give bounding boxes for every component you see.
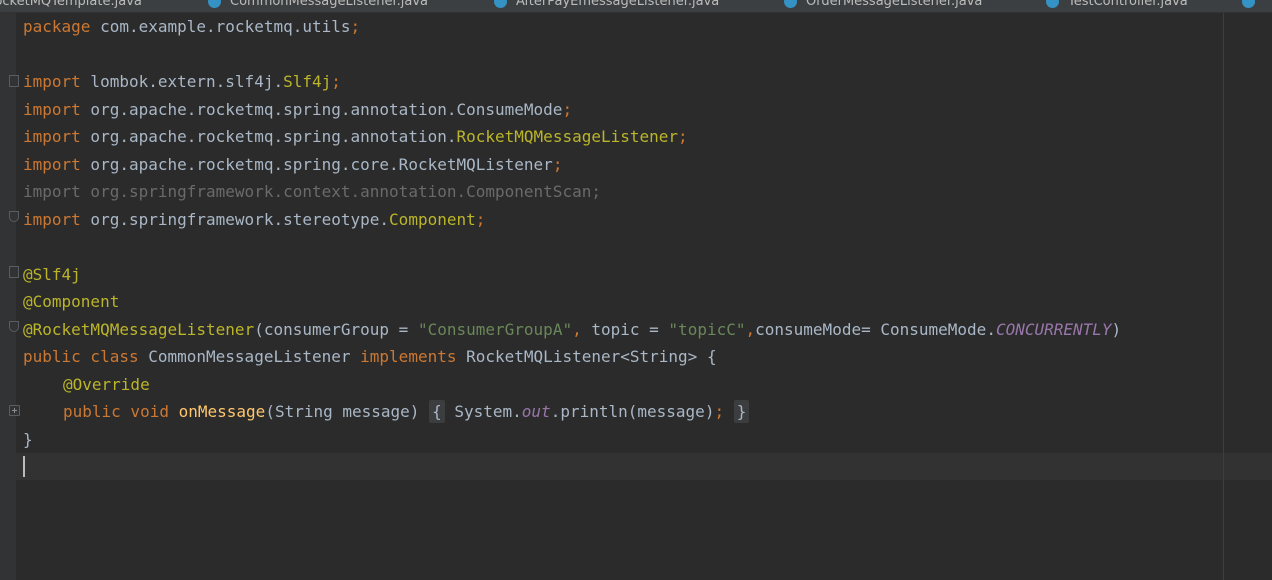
brace: { xyxy=(432,402,442,421)
right-margin-guide xyxy=(1223,13,1224,580)
current-line-highlight xyxy=(16,453,1272,480)
comma: , xyxy=(572,320,582,339)
import-path: org.springframework.stereotype. xyxy=(80,210,390,229)
semicolon: ; xyxy=(475,210,486,229)
code-line-class-declaration: public class CommonMessageListener imple… xyxy=(23,343,717,370)
interface-type: RocketMQListener<String> { xyxy=(456,347,717,366)
keyword: public xyxy=(63,402,121,421)
annotation-args: (consumerGroup = xyxy=(254,320,418,339)
tab-label: CommonMessageListener.java xyxy=(230,0,429,9)
tab-label: AfterPayEmessageListener.java xyxy=(516,0,720,9)
keyword: import xyxy=(23,72,81,91)
import-class: RocketMQMessageListener xyxy=(456,127,679,146)
tab-after-pay-message-listener[interactable]: AfterPayEmessageListener.java xyxy=(494,0,719,12)
semicolon: ; xyxy=(562,100,573,119)
annotation: @RocketMQMessageListener xyxy=(23,320,255,339)
import-path: lombok.extern.slf4j. xyxy=(80,72,284,91)
method-body: .println(message) xyxy=(550,402,715,421)
keyword: public xyxy=(23,347,81,366)
semicolon: ; xyxy=(552,155,563,174)
java-class-icon xyxy=(784,0,797,8)
enum-constant: CONCURRENTLY xyxy=(995,320,1112,339)
class-name: CommonMessageListener xyxy=(138,347,351,366)
code-line-override: @Override xyxy=(63,375,150,394)
text-caret xyxy=(23,456,25,477)
import-path: org.springframework.context.annotation.C… xyxy=(80,182,601,201)
code-line-import: import lombok.extern.slf4j.Slf4j; xyxy=(23,68,341,95)
tab-test-controller[interactable]: TestController.java xyxy=(1046,0,1188,12)
import-class: Component xyxy=(389,210,476,229)
semicolon: ; xyxy=(714,402,725,421)
semicolon: ; xyxy=(331,72,341,91)
fold-annotations-icon[interactable] xyxy=(9,266,19,278)
folded-brace-close[interactable]: } xyxy=(733,400,750,423)
annotation-arg-name: topic = xyxy=(581,320,669,339)
code-line-import: import org.apache.rocketmq.spring.annota… xyxy=(23,123,688,150)
string-literal: "ConsumerGroupA" xyxy=(417,320,573,339)
tab-overflow[interactable] xyxy=(1242,0,1264,12)
java-class-icon xyxy=(1046,0,1059,8)
keyword: void xyxy=(120,402,169,421)
java-class-icon xyxy=(494,0,507,8)
import-class: Slf4j xyxy=(283,72,332,91)
string-literal: "topicC" xyxy=(668,320,746,339)
editor-gutter xyxy=(0,13,20,580)
code-line-class-close: } xyxy=(23,430,33,449)
import-path: org.apache.rocketmq.spring.annotation.Co… xyxy=(80,100,563,119)
fold-annotations-end-icon[interactable] xyxy=(9,321,19,332)
code-line-annotation: @Component xyxy=(23,292,120,311)
brace: } xyxy=(736,402,747,421)
method-name: onMessage xyxy=(178,402,266,421)
fold-imports-end-icon[interactable] xyxy=(9,211,19,222)
paren: ) xyxy=(1111,320,1122,339)
keyword: import xyxy=(23,127,81,146)
import-path: org.apache.rocketmq.spring.annotation. xyxy=(80,127,457,146)
keyword: package xyxy=(23,17,91,36)
semicolon: ; xyxy=(678,127,688,146)
tab-label: TestController.java xyxy=(1068,0,1188,9)
keyword: class xyxy=(80,347,139,366)
code-line-package: package com.example.rocketmq.utils; xyxy=(23,13,360,40)
tab-order-message-listener[interactable]: OrderMessageListener.java xyxy=(784,0,982,12)
keyword: import xyxy=(23,210,81,229)
comma: , xyxy=(745,320,756,339)
code-line-annotation: @Slf4j xyxy=(23,265,81,284)
tab-label: RocketMQTemplate.java xyxy=(0,0,142,9)
keyword: import xyxy=(23,155,81,174)
package-name: com.example.rocketmq.utils xyxy=(90,17,351,36)
code-line-import: import org.apache.rocketmq.spring.annota… xyxy=(23,96,572,123)
fold-imports-icon[interactable] xyxy=(9,75,19,87)
folded-brace-open[interactable]: { xyxy=(429,400,445,423)
code-line-unused-import: import org.springframework.context.annot… xyxy=(23,178,601,205)
code-line-method: public void onMessage(String message) { … xyxy=(63,398,750,425)
tab-rocketmq-template[interactable]: RocketMQTemplate.java xyxy=(0,0,142,12)
keyword: import xyxy=(23,100,81,119)
method-params: (String message) xyxy=(265,402,430,421)
keyword: import xyxy=(23,182,81,201)
annotation-arg-name: consumeMode= ConsumeMode. xyxy=(755,320,996,339)
java-class-icon xyxy=(208,0,221,8)
expand-method-icon[interactable] xyxy=(9,405,20,416)
method-body: System. xyxy=(444,402,522,421)
tab-label: OrderMessageListener.java xyxy=(806,0,983,9)
code-line-listener-annotation: @RocketMQMessageListener(consumerGroup =… xyxy=(23,316,1121,343)
static-field: out xyxy=(521,402,551,421)
java-class-icon xyxy=(1242,0,1255,8)
code-line-import: import org.springframework.stereotype.Co… xyxy=(23,206,485,233)
import-path: org.apache.rocketmq.spring.core.RocketMQ… xyxy=(80,155,553,174)
keyword: implements xyxy=(350,347,457,366)
editor-tab-bar: RocketMQTemplate.java CommonMessageListe… xyxy=(0,0,1272,13)
code-line-import: import org.apache.rocketmq.spring.core.R… xyxy=(23,151,562,178)
semicolon: ; xyxy=(350,17,361,36)
tab-common-message-listener[interactable]: CommonMessageListener.java xyxy=(196,0,446,12)
